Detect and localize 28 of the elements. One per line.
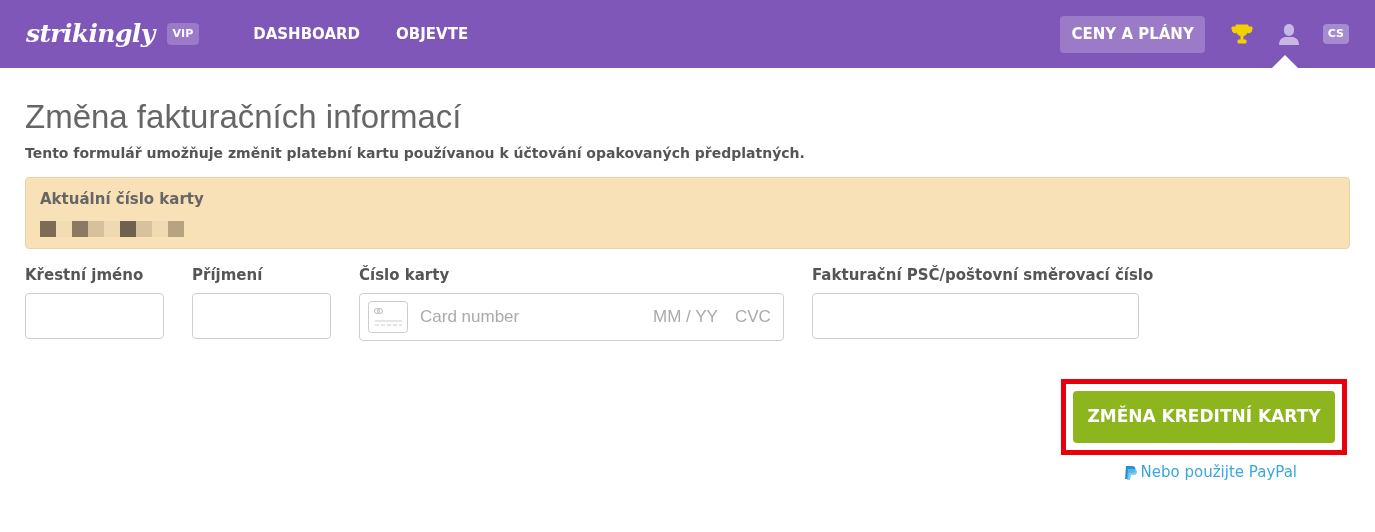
- vip-badge: VIP: [166, 22, 200, 46]
- current-card-label: Aktuální číslo karty: [40, 189, 205, 211]
- card-field[interactable]: Card number MM / YY CVC: [359, 292, 784, 341]
- field-label: Křestní jméno: [25, 265, 145, 287]
- logo[interactable]: strikingly: [26, 15, 155, 53]
- nav-link[interactable]: OBJEVTE: [396, 22, 469, 46]
- paypal-link[interactable]: Nebo použijte PayPal: [1122, 460, 1297, 484]
- language-badge[interactable]: CS: [1322, 23, 1349, 45]
- card-number-field[interactable]: Card number: [420, 304, 641, 330]
- change-card-button[interactable]: ZMĚNA KREDITNÍ KARTY: [1073, 390, 1335, 443]
- menu-pointer-icon: [1272, 55, 1298, 68]
- field-label: Fakturační PSČ/poštovní směrovací číslo: [812, 264, 1154, 287]
- redacted-card-number-icon: [40, 220, 186, 237]
- cvc-field[interactable]: CVC: [735, 304, 775, 330]
- field-label: Příjmení: [192, 265, 264, 287]
- nav-link[interactable]: DASHBOARD: [253, 22, 361, 46]
- text-field[interactable]: [192, 292, 331, 339]
- expiry-field[interactable]: MM / YY: [653, 304, 723, 330]
- user-icon[interactable]: [1276, 22, 1301, 46]
- page-description: Tento formulář umožňuje změnit platební kartu používanou k účtování opakovaných předplatných.: [25, 144, 806, 164]
- trophy-icon[interactable]: [1230, 23, 1253, 45]
- text-field[interactable]: [25, 292, 164, 339]
- credit-card-icon: [368, 300, 408, 333]
- text-field[interactable]: [812, 292, 1139, 339]
- page-title: Změna fakturačních informací: [25, 97, 463, 137]
- field-label: Číslo karty: [359, 264, 451, 287]
- paypal-icon: [1122, 464, 1137, 480]
- pricing-button[interactable]: CENY A PLÁNY: [1060, 15, 1205, 53]
